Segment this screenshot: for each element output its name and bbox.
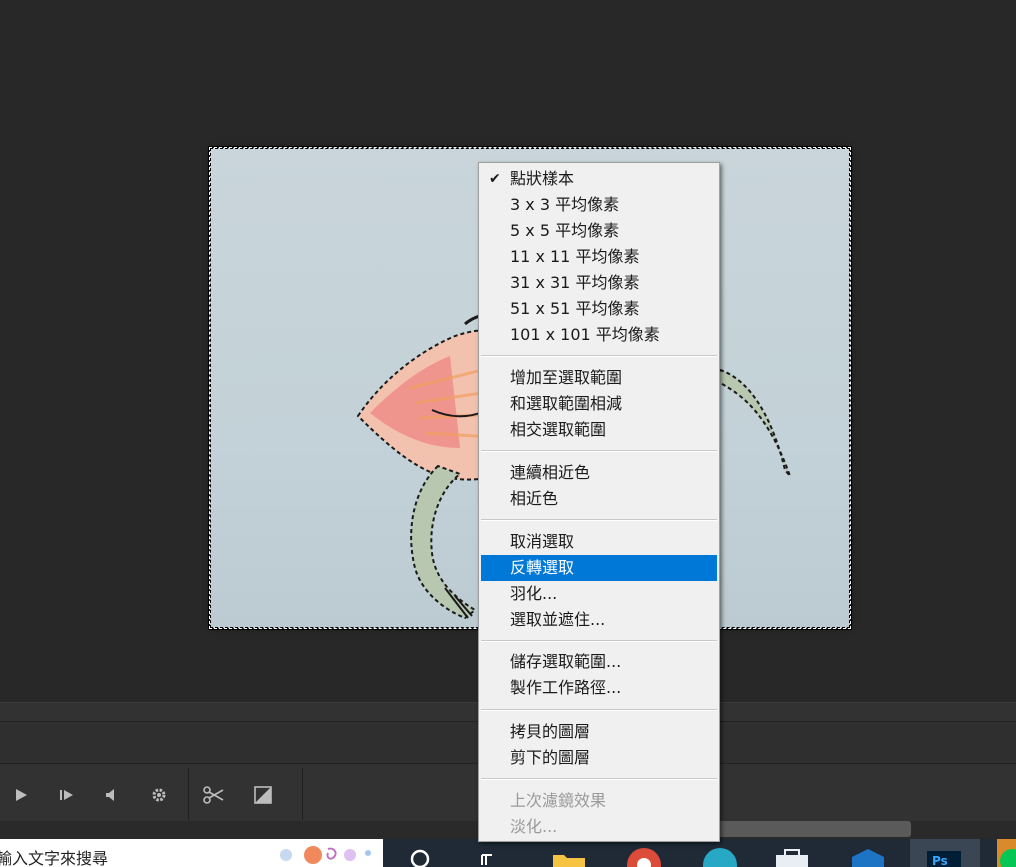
checkmark-icon: ✔: [489, 171, 501, 187]
next-frame-icon[interactable]: [56, 784, 78, 806]
gear-icon[interactable]: [148, 784, 170, 806]
menu-item-subtract-from-selection[interactable]: 和選取範圍相減: [481, 391, 717, 417]
line-icon: [1000, 849, 1016, 867]
line-taskbar-button[interactable]: [997, 839, 1016, 867]
menu-separator: [481, 709, 717, 711]
file-explorer-icon[interactable]: [552, 847, 586, 867]
menu-item-select-inverse[interactable]: 反轉選取: [481, 555, 717, 581]
timeline-scroll-thumb[interactable]: [690, 821, 911, 837]
menu-item-intersect-selection[interactable]: 相交選取範圍: [481, 417, 717, 443]
menu-separator: [481, 640, 717, 642]
menu-separator: [481, 450, 717, 452]
menu-separator: [481, 519, 717, 521]
menu-separator: [481, 355, 717, 357]
menu-item-select-and-mask[interactable]: 選取並遮住...: [481, 607, 717, 633]
taskbar-search-box[interactable]: 輸入文字來搜尋: [0, 839, 383, 867]
photoshop-taskbar-button[interactable]: Ps: [910, 839, 980, 867]
menu-item-3x3-average[interactable]: 3 x 3 平均像素: [481, 192, 717, 218]
menu-item-deselect[interactable]: 取消選取: [481, 529, 717, 555]
menu-item-11x11-average[interactable]: 11 x 11 平均像素: [481, 244, 717, 270]
menu-item-31x31-average[interactable]: 31 x 31 平均像素: [481, 270, 717, 296]
search-icon[interactable]: [408, 847, 432, 867]
menu-item-fade: 淡化...: [510, 817, 558, 836]
scissors-icon[interactable]: [203, 784, 225, 806]
menu-item-add-to-selection[interactable]: 增加至選取範圍: [481, 365, 717, 391]
play-icon[interactable]: [10, 784, 32, 806]
menu-item-make-work-path[interactable]: 製作工作路徑...: [481, 675, 717, 701]
svg-text:Ps: Ps: [932, 854, 948, 867]
mail-icon[interactable]: [850, 847, 886, 867]
transition-icon[interactable]: [252, 784, 274, 806]
edge-icon[interactable]: [702, 847, 738, 867]
audio-icon[interactable]: [100, 784, 122, 806]
menu-item-51x51-average[interactable]: 51 x 51 平均像素: [481, 296, 717, 322]
menu-item-feather[interactable]: 羽化...: [481, 581, 717, 607]
chrome-icon[interactable]: [626, 847, 662, 867]
menu-item-grow[interactable]: 連續相近色: [481, 460, 717, 486]
taskbar-search-text: 輸入文字來搜尋: [0, 849, 109, 867]
photoshop-icon: Ps: [927, 851, 961, 867]
search-decoration-icon: [280, 846, 371, 864]
menu-item-similar[interactable]: 相近色: [481, 486, 717, 512]
menu-item-101x101-average[interactable]: 101 x 101 平均像素: [481, 322, 717, 348]
menu-item-layer-via-cut[interactable]: 剪下的圖層: [481, 745, 717, 771]
store-icon[interactable]: [774, 847, 810, 867]
menu-item-point-sample[interactable]: ✔ 點狀樣本: [481, 166, 717, 192]
menu-item-layer-via-copy[interactable]: 拷貝的圖層: [481, 719, 717, 745]
menu-item-last-filter: 上次濾鏡效果: [510, 791, 607, 810]
menu-separator: [481, 778, 717, 780]
magic-wand-context-menu: ✔ 點狀樣本 3 x 3 平均像素 5 x 5 平均像素 11 x 11 平均像…: [478, 162, 720, 842]
menu-item-save-selection[interactable]: 儲存選取範圍...: [481, 649, 717, 675]
task-view-icon[interactable]: [478, 847, 502, 867]
menu-item-5x5-average[interactable]: 5 x 5 平均像素: [481, 218, 717, 244]
